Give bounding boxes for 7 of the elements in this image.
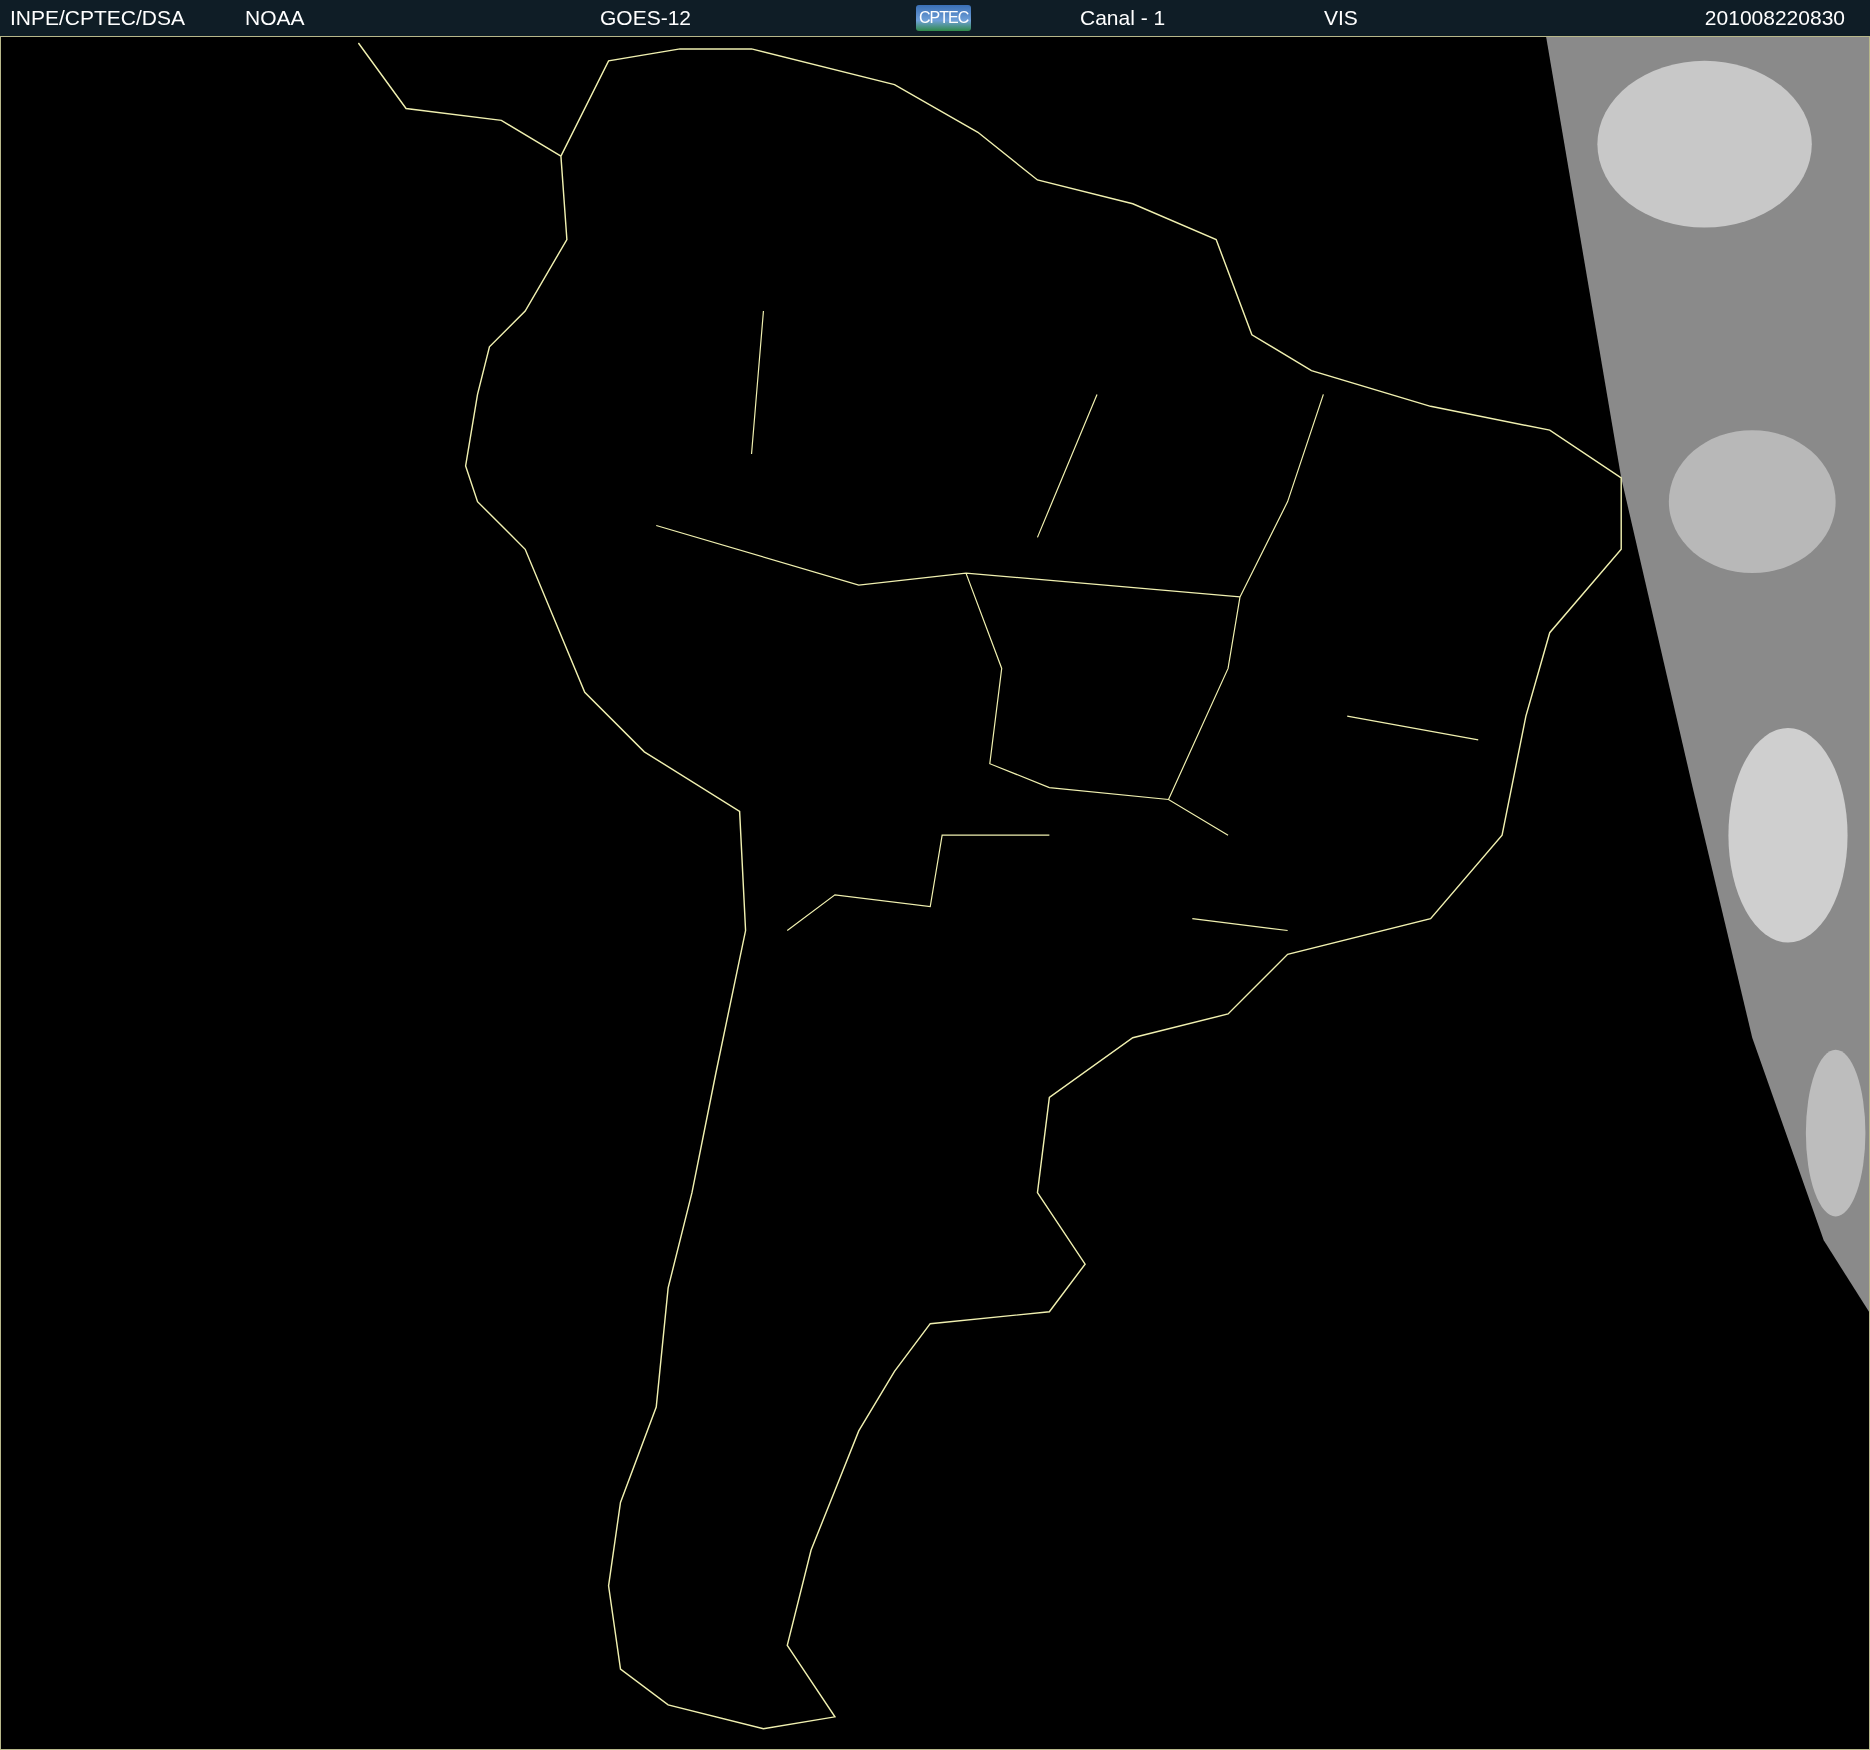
header-label: Canal - 1 [1080,6,1166,30]
header-label: NOAA [245,6,305,30]
header-label: INPE/CPTEC/DSA [10,6,186,30]
header-label: 201008220830 [1704,6,1845,30]
header-label: VIS [1324,6,1358,30]
header-label: GOES-12 [600,6,692,30]
logo: CPTEC [916,5,972,31]
